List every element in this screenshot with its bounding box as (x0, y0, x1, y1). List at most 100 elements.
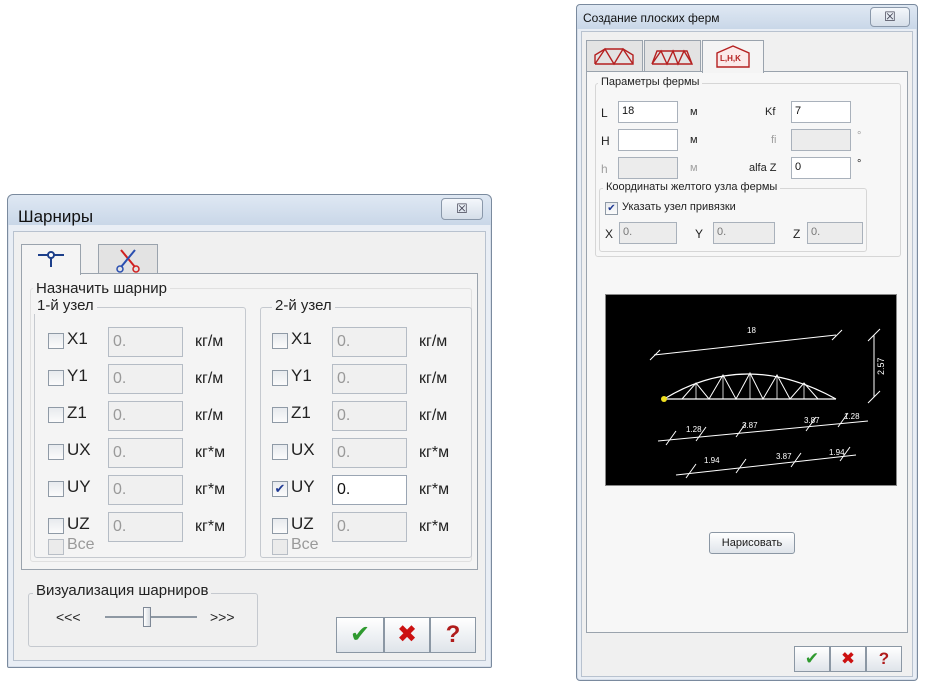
coord-X-label: X (605, 227, 614, 241)
node2-x1-checkbox[interactable] (272, 333, 288, 349)
tab-hinge[interactable] (21, 244, 81, 275)
field-Kf-label: Kf (765, 106, 776, 118)
coord-Y-input: 0. (713, 222, 775, 244)
truss-title: Создание плоских ферм (583, 11, 720, 25)
slider-right-arrows[interactable]: >>> (210, 609, 235, 625)
anchor-node-marker (661, 396, 667, 402)
coord-Z-input: 0. (807, 222, 863, 244)
field-alfaZ-label: alfa Z (749, 162, 777, 174)
lhk-tab-label: L,H,K (720, 54, 741, 63)
field-h-unit: м (690, 162, 698, 174)
checkmark-icon: ✔ (349, 621, 371, 648)
field-H-input[interactable] (618, 129, 678, 151)
cross-icon: ✖ (840, 649, 856, 668)
node2-z1-unit: кг/м (419, 407, 448, 424)
node1-x1-unit: кг/м (195, 333, 224, 350)
truss-type-1-icon (594, 47, 634, 66)
node1-uy-input: 0. (108, 475, 183, 505)
node1-y1-input: 0. (108, 364, 183, 394)
node2-uz-label: UZ (291, 514, 314, 533)
cancel-button[interactable]: ✖ (830, 646, 866, 672)
hinge-size-slider[interactable] (101, 604, 201, 630)
node1-ux-checkbox[interactable] (48, 444, 64, 460)
draw-button[interactable]: Нарисовать (709, 532, 795, 554)
assign-hinge-label: Назначить шарнир (33, 280, 170, 297)
node2-uy-checkbox[interactable]: ✔ (272, 481, 288, 497)
help-button[interactable]: ? (866, 646, 902, 672)
field-fi-label: fi (771, 134, 777, 146)
node1-uy-checkbox[interactable] (48, 481, 64, 497)
node2-ux-input: 0. (332, 438, 407, 468)
field-alfaZ-input[interactable]: 0 (791, 157, 851, 179)
visualization-label: Визуализация шарниров (33, 582, 212, 599)
node2-uz-checkbox[interactable] (272, 518, 288, 534)
close-button[interactable]: ☒ (441, 198, 483, 220)
node1-ux-label: UX (67, 440, 91, 459)
slider-thumb[interactable] (142, 607, 151, 627)
field-alfaZ-unit: ° (857, 158, 862, 170)
truss-titlebar[interactable]: Создание плоских ферм ☒ (577, 5, 917, 29)
node1-z1-unit: кг/м (195, 407, 224, 424)
node1-x1-input: 0. (108, 327, 183, 357)
help-icon: ? (878, 649, 890, 668)
node2-z1-checkbox[interactable] (272, 407, 288, 423)
close-button[interactable]: ☒ (870, 7, 910, 27)
node1-all-checkbox[interactable] (48, 539, 64, 555)
field-Kf-input[interactable]: 7 (791, 101, 851, 123)
node1-uz-checkbox[interactable] (48, 518, 64, 534)
close-icon: ☒ (456, 201, 468, 216)
slider-track (105, 616, 197, 618)
ok-button[interactable]: ✔ (336, 617, 384, 653)
tab-release[interactable] (98, 244, 158, 275)
node2-y1-label: Y1 (291, 366, 312, 385)
node2-uz-unit: кг*м (419, 518, 450, 535)
tab-lhk[interactable]: L,H,K (702, 40, 764, 73)
checkmark-icon: ✔ (804, 649, 820, 668)
node2-all-checkbox[interactable] (272, 539, 288, 555)
node2-z1-label: Z1 (291, 403, 311, 422)
node1-z1-label: Z1 (67, 403, 87, 422)
node1-x1-checkbox[interactable] (48, 333, 64, 349)
top-dim-4: 1.28 (844, 412, 860, 421)
anchor-checkbox[interactable]: ✔ (605, 202, 618, 215)
help-button[interactable]: ? (430, 617, 476, 653)
hinge-panel: Назначить шарнир 1-й узел X1 0. кг/м Y1 0. кг… (21, 273, 478, 570)
node2-ux-unit: кг*м (419, 444, 450, 461)
node2-y1-checkbox[interactable] (272, 370, 288, 386)
draw-button-label: Нарисовать (721, 537, 783, 549)
tab-truss-type-1[interactable] (586, 40, 643, 71)
tab-truss-type-2[interactable] (644, 40, 701, 71)
hinges-title: Шарниры (18, 207, 94, 226)
hinges-titlebar[interactable]: Шарниры ☒ (8, 195, 491, 226)
coords-label: Координаты желтого узла фермы (603, 181, 781, 193)
ok-button[interactable]: ✔ (794, 646, 830, 672)
span-dimension: 18 (747, 326, 756, 335)
node1-y1-checkbox[interactable] (48, 370, 64, 386)
field-L-input[interactable]: 18 (618, 101, 678, 123)
height-dimension: 2.57 (876, 357, 886, 375)
top-dim-1: 1.28 (686, 425, 702, 434)
field-h-label: h (601, 162, 608, 176)
cross-icon: ✖ (396, 621, 418, 648)
truss-preview-drawing: 18 2.57 1.28 3.87 3.87 1.28 1.94 3.87 1.… (649, 326, 886, 479)
top-dim-3: 3.87 (804, 416, 820, 425)
field-H-label: H (601, 134, 610, 148)
coord-Z-label: Z (793, 227, 801, 241)
node1-ux-unit: кг*м (195, 444, 226, 461)
cancel-button[interactable]: ✖ (384, 617, 430, 653)
node1-y1-unit: кг/м (195, 370, 224, 387)
field-L-label: L (601, 106, 608, 120)
coord-X-input: 0. (619, 222, 677, 244)
node2-ux-checkbox[interactable] (272, 444, 288, 460)
node1-uz-label: UZ (67, 514, 90, 533)
node1-uy-unit: кг*м (195, 481, 226, 498)
close-icon: ☒ (884, 9, 896, 24)
hinge-icon (38, 251, 64, 267)
bottom-dim-2: 3.87 (776, 452, 792, 461)
node1-z1-checkbox[interactable] (48, 407, 64, 423)
node1-z1-input: 0. (108, 401, 183, 431)
node2-x1-label: X1 (291, 329, 312, 348)
slider-left-arrows[interactable]: <<< (56, 609, 81, 625)
node2-uy-input[interactable]: 0. (332, 475, 407, 505)
bottom-dim-1: 1.94 (704, 456, 720, 465)
